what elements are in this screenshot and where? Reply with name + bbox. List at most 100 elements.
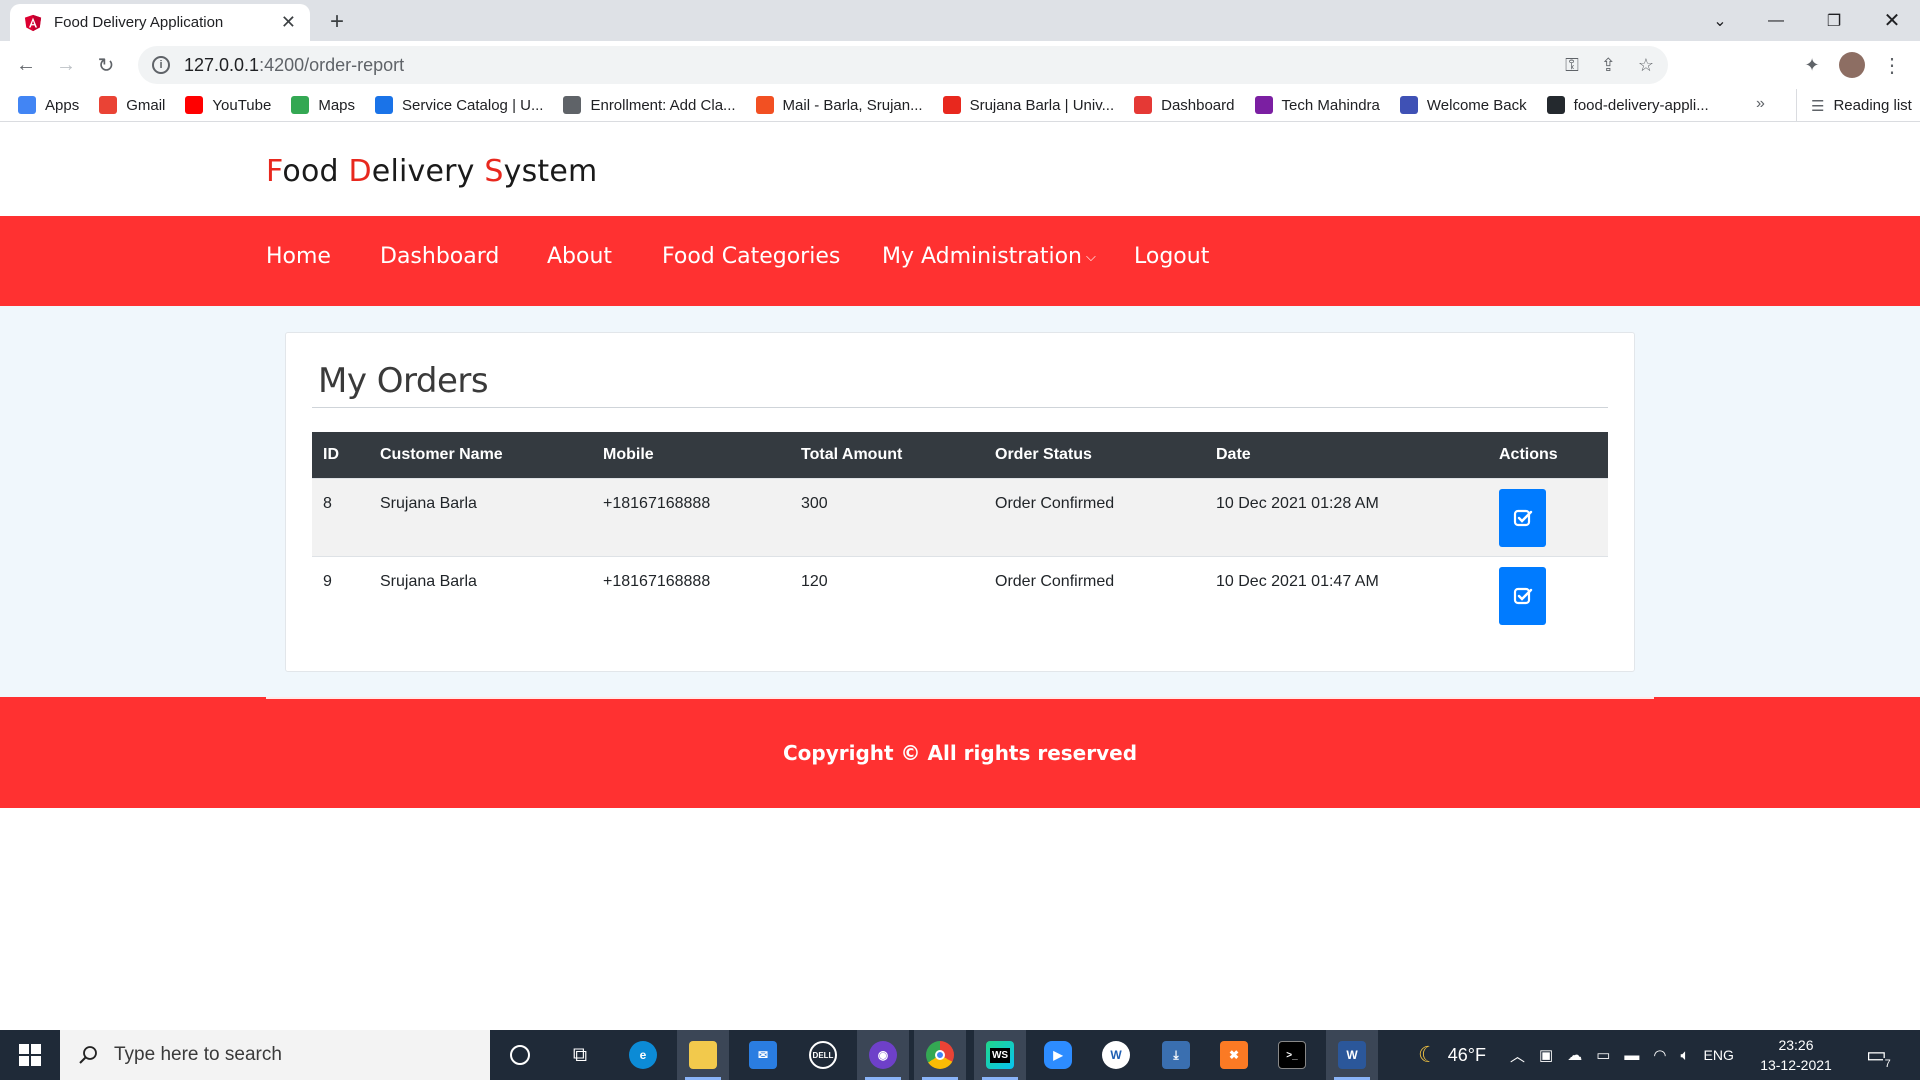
footer-divider bbox=[266, 697, 1654, 699]
taskbar-search-input[interactable]: Type here to search bbox=[60, 1030, 490, 1080]
profile-avatar[interactable] bbox=[1836, 49, 1868, 81]
word-icon[interactable]: W bbox=[1326, 1030, 1378, 1080]
cell-mobile: +18167168888 bbox=[592, 555, 790, 634]
taskbar-clock[interactable]: 23:26 13-12-2021 bbox=[1756, 1035, 1836, 1075]
col-header-mobile: Mobile bbox=[592, 432, 790, 478]
display-icon[interactable]: ▭ bbox=[1596, 1046, 1610, 1064]
system-tray: ︿ ▣ ☁ ▭ ▬ ◠ 🔈︎ ENG bbox=[1510, 1030, 1734, 1080]
notifications-icon[interactable]: ▭ 7 bbox=[1866, 1030, 1893, 1080]
menu-kebab-icon[interactable]: ⋮ bbox=[1876, 49, 1908, 81]
terminal-icon[interactable]: >_ bbox=[1266, 1030, 1318, 1080]
moon-icon: ☾ bbox=[1418, 1042, 1438, 1067]
confirm-order-button[interactable] bbox=[1499, 566, 1546, 625]
meet-now-icon[interactable]: ▣ bbox=[1539, 1046, 1553, 1064]
cell-date: 10 Dec 2021 01:47 AM bbox=[1205, 555, 1488, 634]
table-row: 9 Srujana Barla +18167168888 120 Order C… bbox=[312, 555, 1608, 634]
address-bar[interactable]: i 127.0.0.1:4200/order-report ⚿ ⇪ ☆ bbox=[138, 46, 1668, 84]
confirm-order-button[interactable] bbox=[1499, 488, 1546, 547]
tab-close-icon[interactable]: ✕ bbox=[281, 12, 296, 33]
github-desktop-icon[interactable]: ◉ bbox=[857, 1030, 909, 1080]
cell-customer: Srujana Barla bbox=[369, 555, 592, 634]
table-header-row: ID Customer Name Mobile Total Amount Ord… bbox=[312, 432, 1608, 478]
bookmark-star-icon[interactable]: ☆ bbox=[1638, 55, 1654, 76]
title-divider bbox=[312, 407, 1608, 408]
new-tab-icon[interactable]: + bbox=[322, 8, 352, 36]
minimize-icon[interactable]: — bbox=[1748, 0, 1804, 41]
nav-my-administration[interactable]: My Administration ⌵ bbox=[882, 244, 1096, 269]
cortana-icon[interactable] bbox=[494, 1030, 546, 1080]
weather-widget[interactable]: ☾ 46°F bbox=[1418, 1030, 1486, 1080]
cell-total: 300 bbox=[790, 477, 984, 556]
dell-icon[interactable]: DELL bbox=[797, 1030, 849, 1080]
webstorm-icon[interactable]: WS bbox=[974, 1030, 1026, 1080]
bookmark-item[interactable]: Dashboard bbox=[1134, 96, 1235, 114]
bookmark-favicon-icon bbox=[1399, 96, 1418, 114]
download-icon[interactable]: ⤓ bbox=[1150, 1030, 1202, 1080]
extensions-icon[interactable]: ✦ bbox=[1796, 49, 1828, 81]
cell-date: 10 Dec 2021 01:28 AM bbox=[1205, 477, 1488, 556]
file-explorer-icon[interactable] bbox=[677, 1030, 729, 1080]
window-close-icon[interactable]: ✕ bbox=[1864, 0, 1920, 41]
bookmark-favicon-icon bbox=[99, 96, 118, 114]
content-area: My Orders ID Customer Name Mobile Total … bbox=[0, 306, 1920, 697]
xampp-icon[interactable]: ✖ bbox=[1208, 1030, 1260, 1080]
bookmark-item[interactable]: Tech Mahindra bbox=[1254, 96, 1380, 114]
wordpad-icon[interactable]: W bbox=[1090, 1030, 1142, 1080]
bookmark-favicon-icon bbox=[185, 96, 204, 114]
task-view-icon[interactable]: ⧉ bbox=[554, 1030, 606, 1080]
browser-tab-active[interactable]: Food Delivery Application ✕ bbox=[10, 4, 310, 41]
nav-logout[interactable]: Logout bbox=[1134, 244, 1209, 269]
bookmark-item[interactable]: Gmail bbox=[99, 96, 165, 114]
reload-icon[interactable]: ↻ bbox=[92, 51, 120, 79]
page-footer: Copyright © All rights reserved bbox=[0, 697, 1920, 808]
windows-start-icon[interactable] bbox=[0, 1030, 60, 1080]
volume-icon[interactable]: 🔈︎ bbox=[1680, 1047, 1689, 1064]
chrome-icon[interactable] bbox=[914, 1030, 966, 1080]
bookmark-item[interactable]: food-delivery-appli... bbox=[1546, 96, 1709, 114]
page-title: My Orders bbox=[318, 361, 489, 401]
nav-food-categories[interactable]: Food Categories bbox=[662, 244, 840, 269]
cell-mobile: +18167168888 bbox=[592, 477, 790, 556]
bookmark-item[interactable]: Mail - Barla, Srujan... bbox=[755, 96, 923, 114]
share-icon[interactable]: ⇪ bbox=[1601, 55, 1616, 76]
nav-about[interactable]: About bbox=[547, 244, 612, 269]
orders-table: ID Customer Name Mobile Total Amount Ord… bbox=[312, 432, 1608, 634]
search-icon bbox=[79, 1046, 97, 1064]
avatar bbox=[1839, 52, 1865, 78]
battery-icon[interactable]: ▬ bbox=[1624, 1047, 1639, 1064]
key-icon[interactable]: ⚿ bbox=[1565, 55, 1579, 76]
main-navbar: Home Dashboard About Food Categories My … bbox=[0, 216, 1920, 306]
bookmark-item[interactable]: Srujana Barla | Univ... bbox=[942, 96, 1114, 114]
site-info-icon[interactable]: i bbox=[152, 56, 170, 74]
cell-status: Order Confirmed bbox=[984, 477, 1205, 556]
bookmark-item[interactable]: Welcome Back bbox=[1399, 96, 1527, 114]
bookmark-favicon-icon bbox=[1254, 96, 1273, 114]
bookmark-favicon-icon bbox=[942, 96, 961, 114]
check-square-icon bbox=[1513, 587, 1532, 604]
mail-icon[interactable]: ✉ bbox=[737, 1030, 789, 1080]
bookmark-item[interactable]: Apps bbox=[18, 96, 79, 114]
language-indicator[interactable]: ENG bbox=[1704, 1047, 1734, 1063]
tab-search-icon[interactable]: ⌄ bbox=[1692, 0, 1748, 41]
bookmarks-overflow-icon[interactable]: » bbox=[1756, 95, 1765, 113]
restore-icon[interactable]: ❐ bbox=[1806, 0, 1862, 41]
onedrive-icon[interactable]: ☁ bbox=[1567, 1046, 1582, 1064]
nav-home[interactable]: Home bbox=[266, 244, 331, 269]
bookmark-item[interactable]: Enrollment: Add Cla... bbox=[563, 96, 736, 114]
wifi-icon[interactable]: ◠ bbox=[1653, 1046, 1666, 1064]
bookmarks-bar: Apps Gmail YouTube Maps Service Catalog | U.… bbox=[0, 89, 1920, 122]
edge-icon[interactable]: e bbox=[617, 1030, 669, 1080]
bookmark-item[interactable]: Service Catalog | U... bbox=[375, 96, 543, 114]
cell-customer: Srujana Barla bbox=[369, 477, 592, 556]
bookmark-item[interactable]: YouTube bbox=[185, 96, 271, 114]
browser-toolbar: ← → ↻ i 127.0.0.1:4200/order-report ⚿ ⇪ … bbox=[0, 41, 1920, 89]
forward-arrow-icon[interactable]: → bbox=[52, 51, 80, 79]
brand-logo-text[interactable]: Food Delivery System bbox=[266, 154, 597, 189]
col-header-status: Order Status bbox=[984, 432, 1205, 478]
chevron-up-icon[interactable]: ︿ bbox=[1510, 1045, 1525, 1066]
reading-list-button[interactable]: ☰ Reading list bbox=[1796, 89, 1912, 122]
zoom-icon[interactable]: ▶ bbox=[1032, 1030, 1084, 1080]
back-arrow-icon[interactable]: ← bbox=[12, 51, 40, 79]
bookmark-item[interactable]: Maps bbox=[291, 96, 355, 114]
nav-dashboard[interactable]: Dashboard bbox=[380, 244, 499, 269]
